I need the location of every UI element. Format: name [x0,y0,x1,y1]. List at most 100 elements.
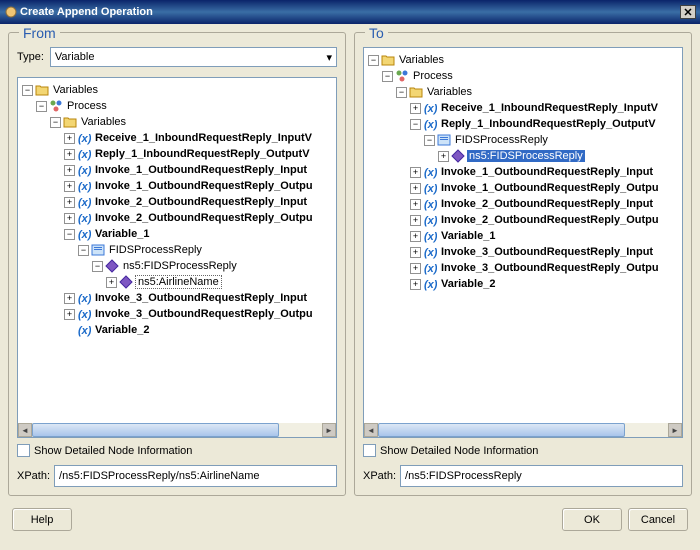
folder-icon [381,53,395,67]
var-node: Invoke_1_OutboundRequestReply_Outpu [93,180,315,192]
svg-text:(x): (x) [424,279,437,291]
svg-text:(x): (x) [78,149,91,161]
twisty-icon[interactable]: + [64,165,75,176]
variable-icon: (x) [77,307,91,321]
twisty-icon[interactable]: − [50,117,61,128]
var-node: Receive_1_InboundRequestReply_InputV [93,132,314,144]
dialog-footer: Help OK Cancel [0,504,700,541]
folder-icon [63,115,77,129]
element-icon [451,149,465,163]
variable-icon: (x) [423,277,437,291]
twisty-icon[interactable]: − [22,85,33,96]
twisty-icon[interactable]: + [410,215,421,226]
msg-node: FIDSProcessReply [107,244,204,256]
folder-icon [35,83,49,97]
svg-text:(x): (x) [78,165,91,177]
twisty-icon[interactable]: + [64,197,75,208]
process-icon [395,69,409,83]
twisty-icon[interactable]: + [64,293,75,304]
scroll-left-icon[interactable]: ◄ [364,423,378,437]
twisty-icon[interactable]: + [106,277,117,288]
twisty-icon[interactable]: − [396,87,407,98]
twisty-icon[interactable]: + [410,183,421,194]
twisty-icon[interactable]: − [382,71,393,82]
variable-icon: (x) [423,181,437,195]
help-button[interactable]: Help [12,508,72,531]
app-icon [4,5,18,19]
twisty-icon[interactable]: + [410,279,421,290]
ok-button[interactable]: OK [562,508,622,531]
h-scrollbar[interactable]: ◄► [364,423,682,437]
message-icon [437,133,451,147]
variable-icon: (x) [77,179,91,193]
type-select[interactable]: Variable ▾ [50,47,337,67]
svg-text:(x): (x) [78,133,91,145]
svg-text:(x): (x) [78,181,91,193]
twisty-icon[interactable]: − [78,245,89,256]
var-node: Invoke_2_OutboundRequestReply_Outpu [439,214,661,226]
svg-text:(x): (x) [424,215,437,227]
xpath-field[interactable]: /ns5:FIDSProcessReply/ns5:AirlineName [54,465,337,487]
svg-text:(x): (x) [424,183,437,195]
twisty-icon[interactable]: + [438,151,449,162]
svg-text:(x): (x) [424,247,437,259]
twisty-icon[interactable]: + [410,231,421,242]
var-node: Receive_1_InboundRequestReply_InputV [439,102,660,114]
to-tree[interactable]: −Variables −Process −Variables +(x)Recei… [363,47,683,438]
twisty-icon[interactable]: − [368,55,379,66]
twisty-icon[interactable]: + [64,149,75,160]
xpath-value: /ns5:FIDSProcessReply/ns5:AirlineName [59,470,260,482]
svg-text:(x): (x) [78,229,91,241]
var-node: Reply_1_InboundRequestReply_OutputV [93,148,312,160]
variable-icon: (x) [77,323,91,337]
twisty-icon[interactable]: + [410,247,421,258]
to-title: To [365,25,388,41]
close-button[interactable]: ✕ [680,5,696,19]
from-tree[interactable]: −Variables −Process −Variables +(x)Recei… [17,77,337,438]
show-detailed-checkbox[interactable] [363,444,376,457]
scroll-left-icon[interactable]: ◄ [18,423,32,437]
xpath-label: XPath: [363,470,396,482]
var-node: Invoke_1_OutboundRequestReply_Input [93,164,309,176]
svg-text:(x): (x) [424,231,437,243]
twisty-icon[interactable]: − [410,119,421,130]
xpath-value: /ns5:FIDSProcessReply [405,470,522,482]
twisty-icon[interactable]: + [410,199,421,210]
twisty-icon[interactable]: − [64,229,75,240]
cancel-button[interactable]: Cancel [628,508,688,531]
twisty-icon[interactable]: + [64,133,75,144]
twisty-icon[interactable]: + [410,103,421,114]
to-panel: To −Variables −Process −Variables +(x)Re… [354,32,692,496]
vars-node: Variables [79,116,128,128]
twisty-icon[interactable]: + [64,213,75,224]
element-icon [105,259,119,273]
twisty-icon[interactable]: + [410,167,421,178]
twisty-icon[interactable]: + [64,309,75,320]
type-label: Type: [17,51,44,63]
twisty-icon[interactable]: + [64,181,75,192]
var-node: Invoke_3_OutboundRequestReply_Input [439,246,655,258]
show-detailed-checkbox[interactable] [17,444,30,457]
type-value: Variable [55,51,95,63]
titlebar: Create Append Operation ✕ [0,0,700,24]
twisty-icon[interactable]: − [92,261,103,272]
show-detailed-label: Show Detailed Node Information [380,445,538,457]
variable-icon: (x) [423,229,437,243]
xpath-field[interactable]: /ns5:FIDSProcessReply [400,465,683,487]
msg-node: FIDSProcessReply [453,134,550,146]
variable-icon: (x) [423,213,437,227]
twisty-icon[interactable]: + [410,263,421,274]
twisty-icon[interactable]: − [36,101,47,112]
var-node: Invoke_1_OutboundRequestReply_Input [439,166,655,178]
variable-icon: (x) [77,163,91,177]
scroll-right-icon[interactable]: ► [668,423,682,437]
from-panel: From Type: Variable ▾ −Variables −Proces… [8,32,346,496]
chevron-down-icon: ▾ [326,51,332,64]
message-icon [91,243,105,257]
var-node: Invoke_3_OutboundRequestReply_Outpu [93,308,315,320]
xpath-label: XPath: [17,470,50,482]
svg-text:(x): (x) [424,263,437,275]
scroll-right-icon[interactable]: ► [322,423,336,437]
h-scrollbar[interactable]: ◄► [18,423,336,437]
twisty-icon[interactable]: − [424,135,435,146]
